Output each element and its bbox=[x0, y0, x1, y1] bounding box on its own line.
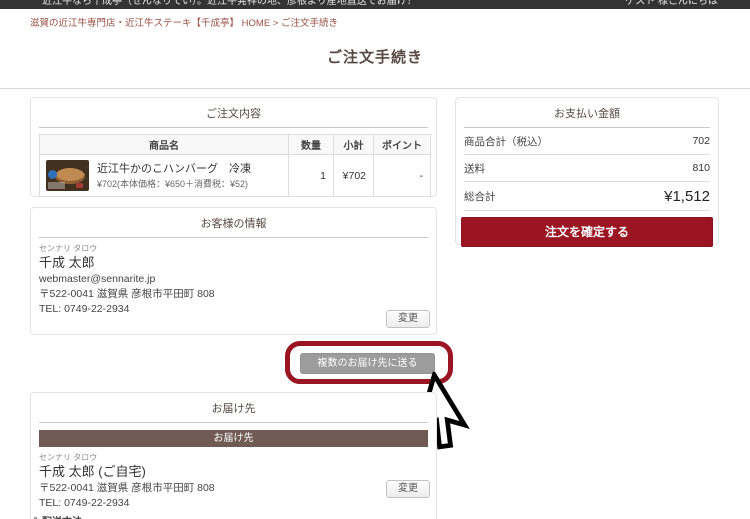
column-header-subtotal: 小計 bbox=[334, 135, 374, 155]
customer-address-block: センナリ タロウ 千成 太郎 webmaster@sennarite.jp 〒5… bbox=[31, 238, 436, 316]
item-points: - bbox=[374, 155, 431, 197]
delivery-panel: お届け先 お届け先 センナリ タロウ 千成 太郎 (ご自宅) 〒522-0041… bbox=[30, 392, 437, 519]
customer-panel-title: お客様の情報 bbox=[31, 208, 436, 231]
grand-total-label: 総合計 bbox=[464, 189, 496, 204]
customer-address: 〒522-0041 滋賀県 彦根市平田町 808 bbox=[39, 288, 436, 301]
thumbnail-garnish bbox=[76, 183, 83, 188]
customer-name: 千成 太郎 bbox=[39, 254, 436, 271]
items-total-label: 商品合計（税込） bbox=[464, 134, 548, 149]
order-summary-panel: ご注文内容 商品名 数量 小計 ポイント bbox=[30, 97, 437, 197]
product-name: 近江牛かのこハンバーグ 冷凍 bbox=[97, 162, 251, 176]
delivery-title-rule bbox=[39, 422, 428, 423]
shipping-fee-label: 送料 bbox=[464, 161, 485, 176]
column-header-qty: 数量 bbox=[289, 135, 334, 155]
breadcrumb: 滋賀の近江牛専門店・近江牛ステーキ【千成亭】 HOME > ご注文手続き bbox=[30, 15, 338, 29]
site-tagline: 近江牛なら千成亭（せんなりてい）。近江牛発祥の地、彦根より産地直送でお届け！ bbox=[42, 0, 417, 9]
breadcrumb-current: ご注文手続き bbox=[281, 18, 338, 29]
payment-row-shipping: 送料 810 bbox=[464, 155, 710, 182]
order-item-row: 近江牛かのこハンバーグ 冷凍 ¥702(本体価格：¥650＋消費税：¥52) 1… bbox=[40, 155, 431, 197]
product-cell: 近江牛かのこハンバーグ 冷凍 ¥702(本体価格：¥650＋消費税：¥52) bbox=[40, 156, 288, 195]
header-divider bbox=[0, 88, 750, 89]
delivery-panel-title: お届け先 bbox=[31, 393, 436, 416]
payment-summary-panel: お支払い金額 商品合計（税込） 702 送料 810 総合計 ¥1,512 注文… bbox=[455, 97, 719, 245]
thumbnail-caption bbox=[48, 182, 65, 189]
customer-info-panel: お客様の情報 センナリ タロウ 千成 太郎 webmaster@sennarit… bbox=[30, 207, 437, 335]
payment-row-items-total: 商品合計（税込） 702 bbox=[464, 128, 710, 155]
payment-row-grand-total: 総合計 ¥1,512 bbox=[464, 182, 710, 211]
column-header-points: ポイント bbox=[374, 135, 431, 155]
grand-total-value: ¥1,512 bbox=[664, 188, 710, 205]
delivery-address: 〒522-0041 滋賀県 彦根市平田町 808 bbox=[39, 482, 436, 495]
order-panel-title: ご注文内容 bbox=[31, 98, 436, 121]
delivery-furigana: センナリ タロウ bbox=[39, 453, 436, 463]
delivery-tel: TEL: 0749-22-2934 bbox=[39, 497, 436, 510]
order-table: 商品名 数量 小計 ポイント 近江牛かのこハンバーグ 冷凍 bbox=[39, 134, 431, 197]
page-title: ご注文手続き bbox=[0, 46, 750, 67]
guest-greeting: ゲスト 様こんにちは bbox=[625, 0, 718, 9]
delivery-address-bar: お届け先 bbox=[39, 430, 428, 447]
breadcrumb-site-link[interactable]: 滋賀の近江牛専門店・近江牛ステーキ【千成亭】 bbox=[30, 18, 239, 29]
payment-panel-title: お支払い金額 bbox=[456, 98, 718, 121]
confirm-order-button[interactable]: 注文を確定する bbox=[461, 217, 713, 247]
top-bar: 近江牛なら千成亭（せんなりてい）。近江牛発祥の地、彦根より産地直送でお届け！ ゲ… bbox=[0, 0, 750, 9]
column-header-product: 商品名 bbox=[40, 135, 289, 155]
product-price-note: ¥702(本体価格：¥650＋消費税：¥52) bbox=[97, 178, 251, 190]
order-table-header-row: 商品名 数量 小計 ポイント bbox=[40, 135, 431, 155]
customer-furigana: センナリ タロウ bbox=[39, 244, 436, 254]
change-customer-button[interactable]: 変更 bbox=[386, 310, 430, 328]
delivery-address-block: センナリ タロウ 千成 太郎 (ご自宅) 〒522-0041 滋賀県 彦根市平田… bbox=[31, 447, 436, 510]
customer-email: webmaster@sennarite.jp bbox=[39, 273, 436, 286]
item-quantity: 1 bbox=[289, 155, 334, 197]
customer-tel: TEL: 0749-22-2934 bbox=[39, 303, 436, 316]
items-total-value: 702 bbox=[692, 135, 710, 147]
breadcrumb-separator: > bbox=[270, 18, 281, 29]
order-title-rule bbox=[39, 127, 428, 128]
change-delivery-button[interactable]: 変更 bbox=[386, 480, 430, 498]
product-thumbnail bbox=[46, 160, 89, 191]
item-subtotal: ¥702 bbox=[334, 155, 374, 197]
shipping-fee-value: 810 bbox=[692, 162, 710, 174]
breadcrumb-home-link[interactable]: HOME bbox=[242, 18, 271, 29]
delivery-name: 千成 太郎 (ご自宅) bbox=[39, 463, 436, 480]
checkout-page: 近江牛なら千成亭（せんなりてい）。近江牛発祥の地、彦根より産地直送でお届け！ ゲ… bbox=[0, 0, 750, 519]
thumbnail-badge-icon bbox=[48, 170, 57, 179]
multi-address-button[interactable]: 複数のお届け先に送る bbox=[300, 353, 435, 374]
